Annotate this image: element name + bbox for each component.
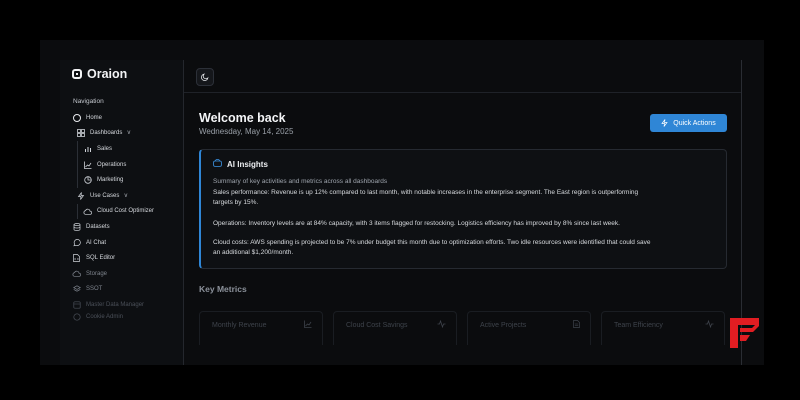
sidebar-item-datasets[interactable]: Datasets [60, 219, 183, 235]
home-icon [72, 113, 81, 122]
sidebar-item-cookie-admin[interactable]: Cookie Admin [60, 313, 183, 321]
current-date: Wednesday, May 14, 2025 [199, 127, 294, 136]
file-code-icon [72, 254, 81, 263]
trend-icon [304, 320, 312, 330]
sidebar-item-label: Home [86, 114, 103, 121]
sidebar-item-dashboards[interactable]: Dashboards v [60, 126, 183, 142]
sidebar-item-label: AI Chat [86, 239, 107, 246]
sidebar-item-label: Use Cases [90, 192, 120, 199]
bolt-icon [76, 191, 85, 200]
sidebar-item-label: Datasets [86, 223, 110, 230]
pulse-icon [705, 319, 714, 330]
insight-cloud-costs: Cloud costs: AWS spending is projected t… [213, 239, 651, 256]
document-icon [573, 320, 580, 330]
sidebar-item-master-data-manager[interactable]: Master Data Manager [60, 297, 183, 313]
dashboards-icon [76, 129, 85, 138]
sidebar-item-storage[interactable]: Storage [60, 266, 183, 282]
metric-label: Cloud Cost Savings [346, 322, 408, 329]
key-metrics-title: Key Metrics [199, 284, 247, 294]
activity-icon [437, 319, 446, 330]
ai-insights-title: AI Insights [213, 159, 268, 169]
line-chart-icon [83, 160, 92, 169]
sidebar: Oraion Navigation Home Dashboards v Sale… [60, 60, 184, 365]
chevron-down-icon: v [124, 192, 128, 199]
page-title: Welcome back [199, 111, 286, 125]
metric-label: Active Projects [480, 322, 527, 329]
sidebar-item-label: Operations [97, 161, 127, 168]
sidebar-item-label: SSOT [86, 286, 103, 293]
cookie-icon [72, 313, 81, 321]
metric-card-monthly-revenue[interactable]: Monthly Revenue [199, 311, 323, 345]
sidebar-item-label: Sales [97, 145, 113, 152]
sidebar-item-label: Storage [86, 270, 108, 277]
data-manager-icon [72, 300, 81, 309]
nav-section-title: Navigation [73, 98, 104, 105]
ai-insights-title-text: AI Insights [227, 159, 268, 169]
quick-actions-button[interactable]: Quick Actions [650, 114, 727, 132]
bolt-icon [661, 119, 668, 127]
sidebar-item-sales[interactable]: Sales [77, 141, 183, 157]
moon-icon [201, 73, 209, 81]
metric-card-team-efficiency[interactable]: Team Efficiency [601, 311, 725, 345]
pie-chart-icon [83, 176, 92, 185]
insight-operations: Operations: Inventory levels are at 84% … [213, 220, 620, 227]
sidebar-item-ai-chat[interactable]: AI Chat [60, 235, 183, 251]
metric-card-cloud-cost-savings[interactable]: Cloud Cost Savings [333, 311, 457, 345]
ai-insights-card: AI Insights Summary of key activities an… [199, 149, 727, 269]
metric-label: Monthly Revenue [212, 322, 267, 329]
brand-badge-logo [728, 316, 761, 350]
sidebar-item-ssot[interactable]: SSOT [60, 282, 183, 298]
metric-label: Team Efficiency [614, 322, 663, 329]
database-icon [72, 222, 81, 231]
metric-card-active-projects[interactable]: Active Projects [467, 311, 591, 345]
ai-insights-subtitle: Summary of key activities and metrics ac… [213, 178, 388, 185]
theme-toggle-button[interactable] [196, 68, 214, 86]
quick-actions-label: Quick Actions [673, 119, 716, 127]
sidebar-item-operations[interactable]: Operations [77, 156, 183, 173]
brand-logo-icon [730, 318, 759, 348]
sidebar-item-sql-editor[interactable]: SQL Editor [60, 250, 183, 266]
app-logo[interactable]: Oraion [72, 67, 127, 81]
sidebar-item-label: Marketing [97, 177, 124, 184]
cloud-icon [83, 207, 92, 216]
sidebar-item-use-cases[interactable]: Use Cases v [60, 188, 183, 204]
insight-sales: Sales performance: Revenue is up 12% com… [213, 189, 639, 206]
chat-icon [72, 238, 81, 247]
sidebar-item-label: SQL Editor [86, 255, 116, 262]
chevron-down-icon: v [127, 130, 131, 137]
storage-icon [72, 269, 81, 278]
logo-mark-icon [72, 69, 82, 79]
sidebar-item-cloud-cost-optimizer[interactable]: Cloud Cost Optimizer [77, 203, 183, 220]
sidebar-item-home[interactable]: Home [60, 110, 183, 126]
layers-icon [72, 285, 81, 294]
sidebar-item-label: Dashboards [90, 130, 123, 137]
brain-icon [213, 159, 222, 169]
sidebar-nav: Home Dashboards v Sales Operations Marke… [60, 110, 183, 321]
app-name: Oraion [87, 67, 128, 81]
bar-chart-icon [83, 144, 92, 153]
screen: Oraion Navigation Home Dashboards v Sale… [0, 0, 800, 400]
sidebar-item-label: Master Data Manager [86, 301, 145, 308]
sidebar-item-label: Cloud Cost Optimizer [97, 208, 155, 215]
top-bar [184, 60, 741, 93]
sidebar-item-label: Cookie Admin [86, 313, 124, 320]
sidebar-item-marketing[interactable]: Marketing [77, 172, 183, 188]
